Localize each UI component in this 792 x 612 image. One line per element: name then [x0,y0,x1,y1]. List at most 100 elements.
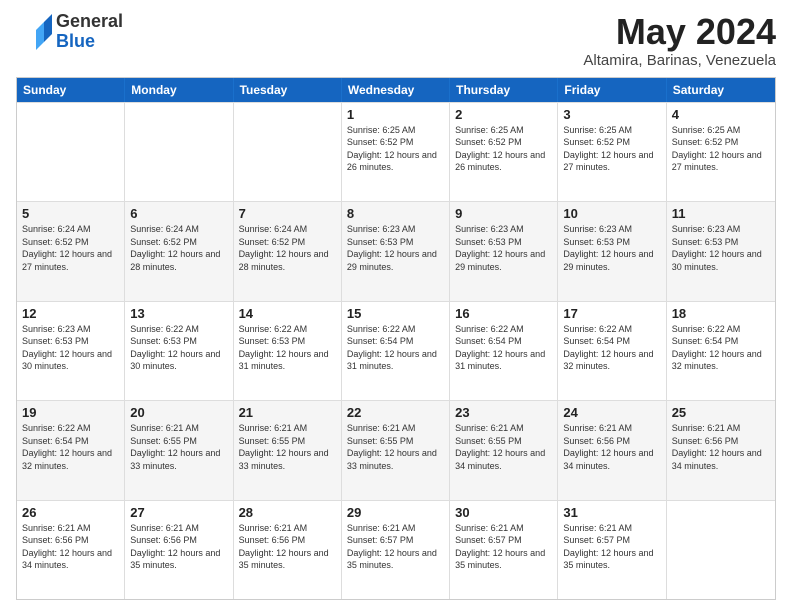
day-info: Sunrise: 6:22 AM Sunset: 6:54 PM Dayligh… [347,323,444,373]
day-info: Sunrise: 6:21 AM Sunset: 6:55 PM Dayligh… [239,422,336,472]
day-number: 10 [563,206,660,221]
calendar-cell: 20 Sunrise: 6:21 AM Sunset: 6:55 PM Dayli… [125,401,233,499]
day-info: Sunrise: 6:22 AM Sunset: 6:54 PM Dayligh… [563,323,660,373]
calendar-week: 12Sunrise: 6:23 AM Sunset: 6:53 PM Dayli… [17,301,775,400]
day-number: 19 [22,405,119,420]
calendar-cell: 5 Sunrise: 6:24 AM Sunset: 6:52 PM Daylig… [17,202,125,300]
calendar: SundayMondayTuesdayWednesdayThursdayFrid… [16,77,776,600]
day-number: 16 [455,306,552,321]
day-number: 13 [130,306,227,321]
logo-blue: Blue [56,32,123,52]
day-number: 17 [563,306,660,321]
day-info: Sunrise: 6:21 AM Sunset: 6:56 PM Dayligh… [563,422,660,472]
month-title: May 2024 [583,12,776,52]
day-number: 14 [239,306,336,321]
day-info: Sunrise: 6:22 AM Sunset: 6:53 PM Dayligh… [130,323,227,373]
title-block: May 2024 Altamira, Barinas, Venezuela [583,12,776,69]
day-info: Sunrise: 6:23 AM Sunset: 6:53 PM Dayligh… [347,223,444,273]
calendar-cell: 29 Sunrise: 6:21 AM Sunset: 6:57 PM Dayli… [342,501,450,599]
day-of-week-header: Sunday [17,78,125,102]
day-number: 5 [22,206,119,221]
calendar-cell: 19 Sunrise: 6:22 AM Sunset: 6:54 PM Dayli… [17,401,125,499]
calendar-cell: 4Sunrise: 6:25 AM Sunset: 6:52 PM Daylig… [667,103,775,201]
calendar-week: 19 Sunrise: 6:22 AM Sunset: 6:54 PM Dayli… [17,400,775,499]
calendar-cell: 6 Sunrise: 6:24 AM Sunset: 6:52 PM Daylig… [125,202,233,300]
day-of-week-header: Monday [125,78,233,102]
day-info: Sunrise: 6:22 AM Sunset: 6:53 PM Dayligh… [239,323,336,373]
day-info: Sunrise: 6:25 AM Sunset: 6:52 PM Dayligh… [347,124,444,174]
day-number: 2 [455,107,552,122]
calendar-cell: 8 Sunrise: 6:23 AM Sunset: 6:53 PM Daylig… [342,202,450,300]
day-number: 11 [672,206,770,221]
calendar-cell: 3 Sunrise: 6:25 AM Sunset: 6:52 PM Daylig… [558,103,666,201]
calendar-week: 1Sunrise: 6:25 AM Sunset: 6:52 PM Daylig… [17,102,775,201]
calendar-cell: 9Sunrise: 6:23 AM Sunset: 6:53 PM Daylig… [450,202,558,300]
day-number: 23 [455,405,552,420]
calendar-week: 26 Sunrise: 6:21 AM Sunset: 6:56 PM Dayli… [17,500,775,599]
calendar-cell: 27Sunrise: 6:21 AM Sunset: 6:56 PM Dayli… [125,501,233,599]
calendar-cell: 2Sunrise: 6:25 AM Sunset: 6:52 PM Daylig… [450,103,558,201]
day-info: Sunrise: 6:21 AM Sunset: 6:57 PM Dayligh… [563,522,660,572]
calendar-cell [125,103,233,201]
day-number: 31 [563,505,660,520]
calendar-cell: 26 Sunrise: 6:21 AM Sunset: 6:56 PM Dayli… [17,501,125,599]
day-info: Sunrise: 6:21 AM Sunset: 6:56 PM Dayligh… [672,422,770,472]
day-number: 8 [347,206,444,221]
calendar-cell: 22Sunrise: 6:21 AM Sunset: 6:55 PM Dayli… [342,401,450,499]
calendar-cell: 10 Sunrise: 6:23 AM Sunset: 6:53 PM Dayli… [558,202,666,300]
calendar-cell [667,501,775,599]
day-info: Sunrise: 6:22 AM Sunset: 6:54 PM Dayligh… [455,323,552,373]
day-number: 15 [347,306,444,321]
calendar-cell: 16 Sunrise: 6:22 AM Sunset: 6:54 PM Dayli… [450,302,558,400]
calendar-cell: 1Sunrise: 6:25 AM Sunset: 6:52 PM Daylig… [342,103,450,201]
day-info: Sunrise: 6:21 AM Sunset: 6:55 PM Dayligh… [130,422,227,472]
day-info: Sunrise: 6:21 AM Sunset: 6:56 PM Dayligh… [22,522,119,572]
day-info: Sunrise: 6:24 AM Sunset: 6:52 PM Dayligh… [130,223,227,273]
logo-text: General Blue [56,12,123,52]
calendar-cell [234,103,342,201]
day-of-week-header: Thursday [450,78,558,102]
calendar-cell: 23Sunrise: 6:21 AM Sunset: 6:55 PM Dayli… [450,401,558,499]
day-info: Sunrise: 6:25 AM Sunset: 6:52 PM Dayligh… [672,124,770,174]
day-number: 22 [347,405,444,420]
day-of-week-header: Friday [558,78,666,102]
calendar-cell: 12Sunrise: 6:23 AM Sunset: 6:53 PM Dayli… [17,302,125,400]
calendar-header-row: SundayMondayTuesdayWednesdayThursdayFrid… [17,78,775,102]
calendar-cell: 31 Sunrise: 6:21 AM Sunset: 6:57 PM Dayli… [558,501,666,599]
day-info: Sunrise: 6:24 AM Sunset: 6:52 PM Dayligh… [239,223,336,273]
day-number: 25 [672,405,770,420]
day-info: Sunrise: 6:22 AM Sunset: 6:54 PM Dayligh… [672,323,770,373]
day-info: Sunrise: 6:24 AM Sunset: 6:52 PM Dayligh… [22,223,119,273]
day-number: 26 [22,505,119,520]
subtitle: Altamira, Barinas, Venezuela [583,52,776,69]
calendar-cell: 24 Sunrise: 6:21 AM Sunset: 6:56 PM Dayli… [558,401,666,499]
day-number: 3 [563,107,660,122]
calendar-cell: 30 Sunrise: 6:21 AM Sunset: 6:57 PM Dayli… [450,501,558,599]
day-number: 6 [130,206,227,221]
day-info: Sunrise: 6:21 AM Sunset: 6:56 PM Dayligh… [130,522,227,572]
calendar-cell: 25 Sunrise: 6:21 AM Sunset: 6:56 PM Dayli… [667,401,775,499]
day-number: 20 [130,405,227,420]
day-number: 30 [455,505,552,520]
day-number: 29 [347,505,444,520]
day-info: Sunrise: 6:23 AM Sunset: 6:53 PM Dayligh… [563,223,660,273]
calendar-body: 1Sunrise: 6:25 AM Sunset: 6:52 PM Daylig… [17,102,775,599]
day-info: Sunrise: 6:21 AM Sunset: 6:56 PM Dayligh… [239,522,336,572]
calendar-cell: 17 Sunrise: 6:22 AM Sunset: 6:54 PM Dayli… [558,302,666,400]
day-info: Sunrise: 6:22 AM Sunset: 6:54 PM Dayligh… [22,422,119,472]
day-number: 18 [672,306,770,321]
calendar-cell: 7 Sunrise: 6:24 AM Sunset: 6:52 PM Daylig… [234,202,342,300]
day-info: Sunrise: 6:21 AM Sunset: 6:57 PM Dayligh… [455,522,552,572]
calendar-cell [17,103,125,201]
day-info: Sunrise: 6:25 AM Sunset: 6:52 PM Dayligh… [563,124,660,174]
calendar-cell: 13 Sunrise: 6:22 AM Sunset: 6:53 PM Dayli… [125,302,233,400]
day-of-week-header: Saturday [667,78,775,102]
day-number: 7 [239,206,336,221]
calendar-cell: 15 Sunrise: 6:22 AM Sunset: 6:54 PM Dayli… [342,302,450,400]
day-info: Sunrise: 6:21 AM Sunset: 6:57 PM Dayligh… [347,522,444,572]
day-info: Sunrise: 6:23 AM Sunset: 6:53 PM Dayligh… [22,323,119,373]
logo-icon [16,14,52,50]
day-number: 24 [563,405,660,420]
day-info: Sunrise: 6:23 AM Sunset: 6:53 PM Dayligh… [455,223,552,273]
page: General Blue May 2024 Altamira, Barinas,… [0,0,792,612]
